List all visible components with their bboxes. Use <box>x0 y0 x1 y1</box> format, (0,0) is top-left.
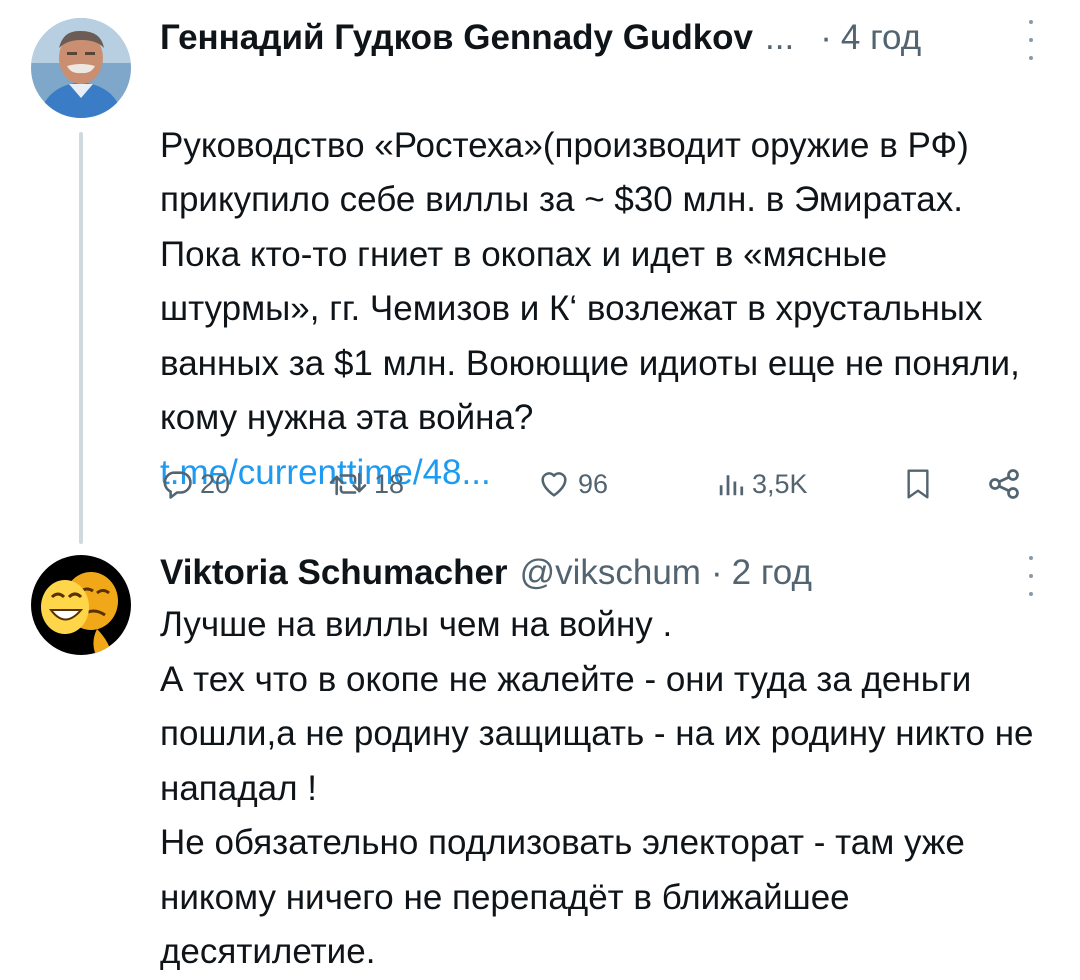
bookmark-button[interactable] <box>902 464 934 504</box>
tweet-header: Геннадий Гудков Gennady Gudkov ... · 4 г… <box>160 18 921 58</box>
views-icon <box>719 475 744 496</box>
tweet-text-container: Руководство «Ростеха»(производит оружие … <box>160 64 1050 500</box>
like-button[interactable]: 96 <box>536 464 608 504</box>
timestamp[interactable]: 4 год <box>841 18 921 58</box>
thread-line <box>79 132 83 544</box>
user-photo-icon <box>31 18 131 118</box>
reply-icon <box>163 471 192 499</box>
repost-button[interactable]: 18 <box>328 464 404 504</box>
views-button[interactable]: 3,5K <box>716 464 808 504</box>
views-count: 3,5K <box>752 468 808 499</box>
tweet-text: Лучше на виллы чем на войну . А тех что … <box>160 605 1034 971</box>
share-icon <box>989 469 1019 499</box>
reply-button[interactable]: 20 <box>160 464 230 504</box>
avatar[interactable] <box>31 555 131 655</box>
like-count: 96 <box>578 468 609 499</box>
like-icon <box>541 472 567 497</box>
name-ellipsis: ... <box>765 18 795 57</box>
repost-count: 18 <box>374 468 405 499</box>
author-name[interactable]: Viktoria Schumacher <box>160 553 508 593</box>
repost-icon <box>329 472 367 496</box>
reply-count: 20 <box>200 468 231 499</box>
author-handle[interactable]: @vikschum <box>520 553 701 593</box>
more-icon[interactable] <box>1027 556 1035 596</box>
masks-emoji-icon <box>31 555 131 655</box>
separator: · <box>820 18 832 57</box>
author-name[interactable]: Геннадий Гудков Gennady Gudkov <box>160 18 753 58</box>
avatar[interactable] <box>31 18 131 118</box>
tweet-schumacher[interactable]: Viktoria Schumacher @vikschum · 2 год Лу… <box>0 540 1080 971</box>
tweet-text: Руководство «Ростеха»(производит оружие … <box>160 125 1020 438</box>
more-icon[interactable] <box>1027 20 1035 60</box>
bookmark-icon <box>907 469 929 499</box>
timestamp[interactable]: 2 год <box>732 553 812 593</box>
tweet-header: Viktoria Schumacher @vikschum · 2 год <box>160 553 812 593</box>
action-bar: 20 18 96 3,5K <box>160 464 1040 504</box>
separator: · <box>710 553 723 592</box>
share-button[interactable] <box>986 464 1022 504</box>
tweet-gudkov[interactable]: Геннадий Гудков Gennady Gudkov ... · 4 г… <box>0 0 1080 544</box>
